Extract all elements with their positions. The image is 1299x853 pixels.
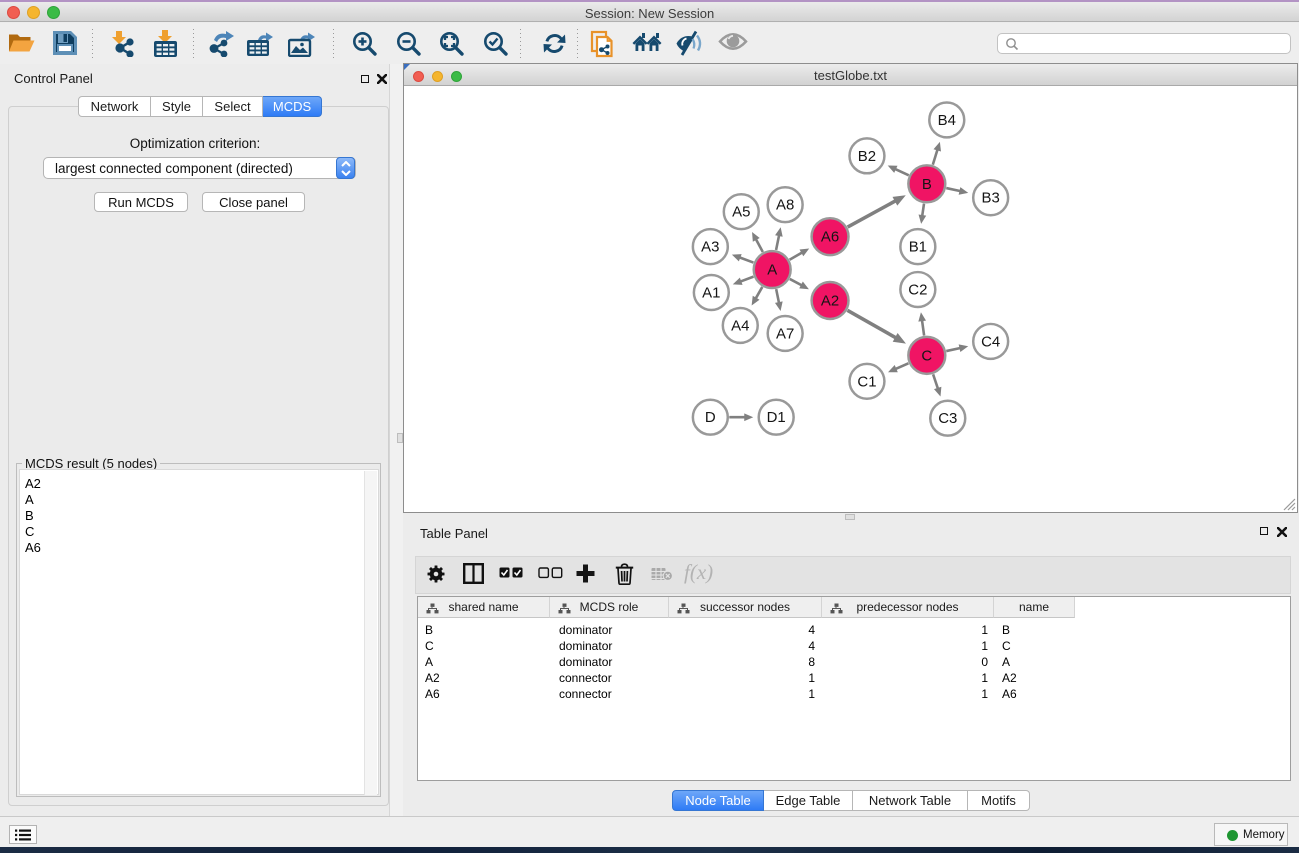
svg-text:A7: A7 (776, 325, 794, 342)
svg-text:C4: C4 (981, 333, 1000, 350)
svg-text:B: B (922, 176, 932, 193)
svg-text:A6: A6 (821, 229, 839, 246)
svg-text:B3: B3 (982, 190, 1000, 207)
svg-text:C: C (921, 347, 932, 364)
svg-text:A4: A4 (731, 317, 749, 334)
svg-text:A2: A2 (821, 292, 839, 309)
svg-text:C3: C3 (938, 410, 957, 427)
svg-text:B4: B4 (938, 112, 956, 129)
svg-text:A: A (767, 262, 777, 279)
svg-text:B1: B1 (909, 239, 927, 256)
svg-text:C1: C1 (857, 373, 876, 390)
svg-text:B2: B2 (858, 148, 876, 165)
svg-text:D: D (705, 409, 716, 426)
svg-text:A3: A3 (701, 239, 719, 256)
svg-text:D1: D1 (767, 409, 786, 426)
svg-text:C2: C2 (908, 282, 927, 299)
svg-text:A8: A8 (776, 197, 794, 214)
svg-text:A1: A1 (702, 285, 720, 302)
svg-text:A5: A5 (732, 204, 750, 221)
